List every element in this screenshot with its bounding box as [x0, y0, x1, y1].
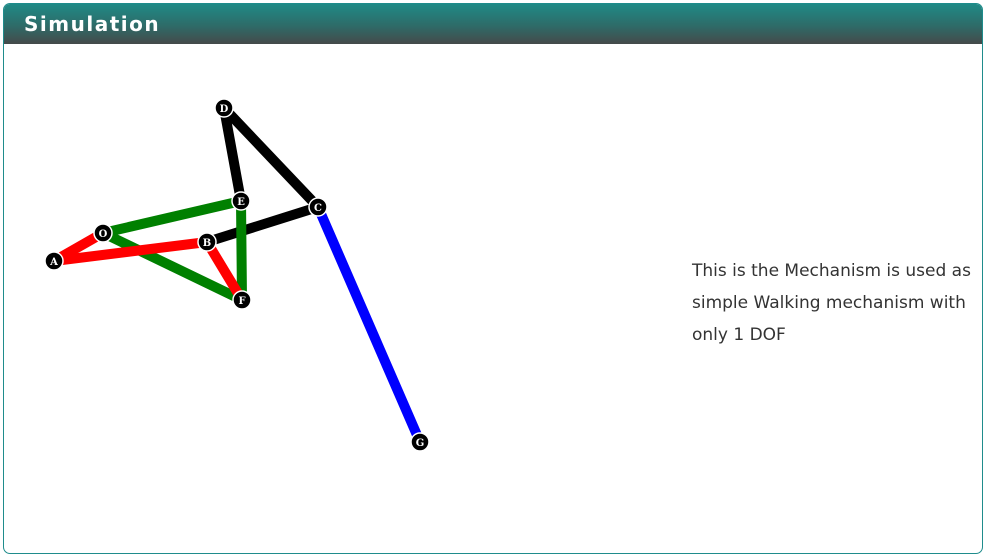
svg-text:G: G: [416, 438, 425, 449]
description-line: This is the Mechanism is used as: [692, 261, 971, 281]
link-b-c: [202, 202, 323, 247]
panel-title: Simulation: [24, 12, 161, 36]
svg-text:B: B: [203, 238, 211, 249]
link-o-e: [98, 196, 246, 238]
link-e-f: [236, 196, 247, 305]
mechanism-description: This is the Mechanism is used as simple …: [692, 255, 982, 351]
joint-b: B: [197, 232, 217, 252]
simulation-panel: Simulation D E C O B A F G This is the M…: [3, 3, 983, 554]
svg-text:A: A: [49, 257, 58, 268]
joint-o: O: [93, 223, 113, 243]
svg-text:E: E: [237, 197, 245, 208]
joint-e: E: [231, 191, 251, 211]
svg-text:O: O: [99, 229, 108, 240]
joint-f: F: [232, 290, 252, 310]
joint-c: C: [308, 197, 328, 217]
svg-text:F: F: [238, 296, 245, 307]
joint-d: D: [214, 98, 234, 118]
description-line: only 1 DOF: [692, 325, 786, 345]
panel-header: Simulation: [4, 4, 982, 44]
svg-text:C: C: [314, 203, 322, 214]
description-line: simple Walking mechanism with: [692, 293, 966, 313]
joint-g: G: [410, 432, 430, 452]
link-c-g: [313, 202, 425, 447]
joint-a: A: [44, 251, 64, 271]
svg-text:D: D: [220, 104, 229, 115]
